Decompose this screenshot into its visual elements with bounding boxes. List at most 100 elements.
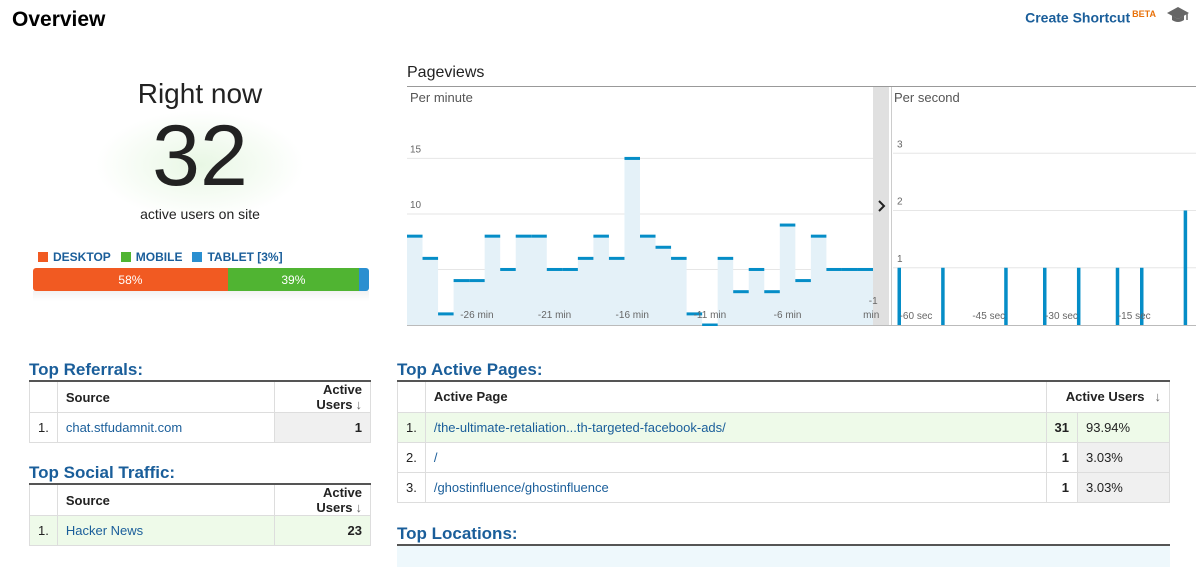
top-social-table: Source Active Users ↓ 1. Hacker News 23 — [29, 483, 371, 546]
social-index-header — [29, 485, 58, 516]
minute-bar[interactable] — [593, 234, 609, 238]
desktop-swatch — [38, 252, 48, 262]
active-page-users: 1 — [1045, 441, 1079, 473]
per-minute-plot: 51015-26 min-21 min-16 min-11 min-6 min-… — [407, 144, 879, 327]
social-users-value: 23 — [274, 515, 371, 546]
sort-down-icon: ↓ — [355, 397, 363, 412]
minute-bar[interactable] — [640, 234, 656, 238]
device-bar-shadow — [33, 291, 369, 301]
right-now-label: Right now — [137, 78, 263, 109]
legend-tablet-label: TABLET [3%] — [207, 250, 283, 264]
y-tick-label: 3 — [897, 139, 903, 150]
per-minute-label: Per minute — [410, 90, 473, 105]
active-page-users: 1 — [1045, 471, 1079, 503]
x-tick-label: -15 sec — [1118, 311, 1151, 322]
pageviews-area — [407, 158, 873, 325]
pages-users-header-label: Active Users — [1065, 389, 1145, 405]
row-index: 1. — [29, 515, 58, 546]
minute-bar[interactable] — [764, 290, 780, 294]
create-shortcut-label: Create Shortcut — [1025, 9, 1131, 26]
tablet-segment[interactable] — [358, 268, 369, 291]
y-tick-label: 1 — [897, 254, 903, 265]
social-source-link[interactable]: Hacker News — [56, 515, 276, 546]
minute-bar[interactable] — [531, 234, 547, 238]
table-row[interactable]: 1. Hacker News 23 — [29, 515, 371, 546]
mobile-segment[interactable]: 39% — [227, 268, 359, 291]
minute-bar[interactable] — [422, 256, 439, 260]
minute-bar[interactable] — [562, 267, 578, 271]
tablet-swatch — [192, 252, 203, 262]
pages-users-header[interactable]: Active Users ↓ — [1045, 382, 1171, 413]
social-users-header[interactable]: Active Users ↓ — [274, 485, 371, 516]
graduation-cap-icon[interactable] — [1166, 5, 1190, 25]
minute-bar[interactable] — [826, 267, 842, 271]
minute-bar[interactable] — [702, 323, 718, 327]
active-page-users: 31 — [1045, 411, 1079, 443]
pages-page-header[interactable]: Active Page — [424, 382, 1047, 413]
active-page-pct: 93.94% — [1077, 411, 1170, 443]
table-row[interactable]: 3. /ghostinfluence/ghostinfluence 1 3.03… — [397, 471, 1170, 503]
minute-bar[interactable] — [500, 267, 516, 271]
active-page-link[interactable]: / — [424, 441, 1047, 473]
minute-bar[interactable] — [577, 256, 594, 260]
referrals-source-header[interactable]: Source — [56, 382, 276, 413]
second-bar[interactable] — [1183, 210, 1188, 326]
social-source-header[interactable]: Source — [56, 485, 276, 516]
minute-bar[interactable] — [407, 234, 423, 238]
minute-bar[interactable] — [795, 279, 811, 283]
row-index: 2. — [397, 441, 426, 473]
minute-bar[interactable] — [748, 267, 765, 271]
active-page-link[interactable]: /ghostinfluence/ghostinfluence — [424, 471, 1047, 503]
minute-bar[interactable] — [841, 267, 858, 271]
referral-source-link[interactable]: chat.stfudamnit.com — [56, 412, 276, 443]
top-locations-map — [397, 544, 1170, 567]
top-referrals-title: Top Referrals: — [29, 360, 143, 379]
second-bar[interactable] — [941, 267, 945, 325]
legend-mobile-label: MOBILE — [135, 250, 183, 264]
x-tick-label: -30 sec — [1045, 311, 1078, 322]
minute-bar[interactable] — [438, 312, 454, 316]
minute-bar[interactable] — [717, 256, 734, 260]
minute-bar[interactable] — [810, 234, 827, 238]
minute-bar[interactable] — [671, 256, 687, 260]
active-page-link[interactable]: /the-ultimate-retaliation...th-targeted-… — [424, 411, 1047, 443]
minute-bar[interactable] — [624, 156, 640, 160]
per-second-label: Per second — [894, 90, 960, 105]
minute-bar[interactable] — [655, 245, 672, 249]
beta-badge: BETA — [1132, 9, 1156, 19]
referrals-users-header[interactable]: Active Users ↓ — [274, 382, 371, 413]
x-tick-label: -21 min — [538, 310, 571, 321]
referrals-index-header — [29, 382, 58, 413]
legend-mobile[interactable]: MOBILE — [120, 250, 183, 264]
y-tick-label: 2 — [897, 197, 903, 208]
pageviews-title: Pageviews — [407, 64, 485, 81]
table-row[interactable]: 1. chat.stfudamnit.com 1 — [29, 412, 371, 443]
minute-bar[interactable] — [779, 223, 796, 227]
referral-users-value: 1 — [274, 412, 371, 443]
mobile-swatch — [120, 252, 131, 262]
table-row[interactable]: 1. /the-ultimate-retaliation...th-target… — [397, 411, 1170, 443]
x-tick-label: -45 sec — [972, 311, 1005, 322]
table-row[interactable]: 2. / 1 3.03% — [397, 441, 1170, 473]
minute-bar[interactable] — [453, 279, 470, 283]
create-shortcut-link[interactable]: Create Shortcut BETA — [1025, 9, 1156, 26]
right-now-panel: Right now 32 active users on site — [0, 78, 400, 222]
active-user-count: 32 — [152, 108, 248, 204]
minute-bar[interactable] — [608, 256, 625, 260]
x-tick-label: -26 min — [460, 310, 493, 321]
legend-tablet[interactable]: TABLET [3%] — [192, 250, 283, 264]
pageviews-svg: Per minute Per second 51015-26 min-21 mi… — [407, 86, 1196, 327]
expand-chart-handle[interactable] — [873, 87, 889, 325]
desktop-segment[interactable]: 58% — [33, 268, 228, 291]
per-second-plot: 1 2 3 -60 sec -45 sec -30 sec -15 sec — [891, 87, 1196, 326]
minute-bar[interactable] — [484, 234, 501, 238]
sort-down-icon: ↓ — [1154, 389, 1162, 405]
minute-bar[interactable] — [857, 267, 873, 271]
sort-down-icon: ↓ — [355, 500, 363, 515]
row-index: 1. — [29, 412, 58, 443]
minute-bar[interactable] — [733, 290, 749, 294]
minute-bar[interactable] — [546, 267, 563, 271]
legend-desktop[interactable]: DESKTOP — [38, 250, 111, 264]
minute-bar[interactable] — [515, 234, 532, 238]
minute-bar[interactable] — [469, 279, 485, 283]
